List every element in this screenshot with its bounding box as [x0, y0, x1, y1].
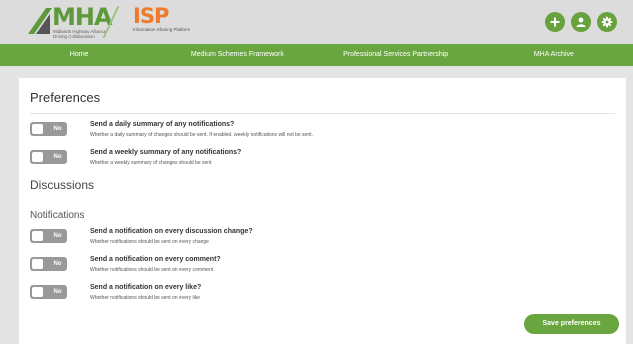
add-button[interactable] [545, 12, 565, 32]
like-toggle[interactable]: No [30, 285, 67, 299]
header-actions [545, 12, 617, 32]
settings-button[interactable] [597, 12, 617, 32]
isp-logo-subtitle: Information Sharing Platform [133, 27, 191, 32]
title-divider [30, 113, 615, 114]
option-description: Whether a weekly summary of changes shou… [90, 160, 212, 166]
nav-professional-services-partnership[interactable]: Professional Services Partnership [317, 44, 475, 66]
isp-logo-text: ISP [133, 4, 169, 28]
isp-logo[interactable]: ISP Information Sharing Platform [133, 4, 203, 38]
option-description: Whether notifications should be sent on … [90, 267, 214, 273]
nav-home[interactable]: Home [0, 44, 158, 66]
toggle-state-label: No [53, 233, 62, 239]
option-title: Send a notification on every discussion … [90, 228, 253, 235]
preferences-panel: Preferences No Send a daily summary of a… [19, 78, 626, 344]
user-button[interactable] [571, 12, 591, 32]
option-description: Whether a daily summary of changes shoul… [90, 132, 313, 138]
nav-medium-schemes-framework[interactable]: Medium Schemes Framework [158, 44, 316, 66]
user-icon [576, 17, 586, 27]
gear-icon [601, 16, 613, 28]
save-preferences-button[interactable]: Save preferences [524, 314, 619, 334]
toggle-knob [32, 259, 43, 269]
mha-logo-text: MHA [52, 3, 113, 31]
nav-mha-archive[interactable]: MHA Archive [475, 44, 633, 66]
page-title: Preferences [30, 90, 101, 105]
plus-icon [550, 17, 560, 27]
option-description: Whether notifications should be sent on … [90, 239, 209, 245]
toggle-state-label: No [53, 126, 62, 132]
option-title: Send a notification on every like? [90, 284, 202, 291]
option-title: Send a notification on every comment? [90, 256, 221, 263]
option-title: Send a weekly summary of any notificatio… [90, 149, 242, 156]
toggle-state-label: No [53, 289, 62, 295]
toggle-knob [32, 287, 43, 297]
toggle-knob [32, 152, 43, 162]
toggle-state-label: No [53, 261, 62, 267]
toggle-knob [32, 124, 43, 134]
main-nav: Home Medium Schemes Framework Profession… [0, 44, 633, 66]
option-title: Send a daily summary of any notification… [90, 121, 235, 128]
option-description: Whether notifications should be sent on … [90, 295, 201, 301]
comment-toggle[interactable]: No [30, 257, 67, 271]
weekly-summary-toggle[interactable]: No [30, 150, 67, 164]
mha-logo[interactable]: MHA Midlands Highway Alliance Driving Co… [28, 4, 113, 39]
toggle-knob [32, 231, 43, 241]
discussion-change-toggle[interactable]: No [30, 229, 67, 243]
notifications-heading: Notifications [30, 210, 85, 221]
header: MHA Midlands Highway Alliance Driving Co… [0, 0, 633, 44]
discussions-heading: Discussions [30, 178, 95, 192]
daily-summary-toggle[interactable]: No [30, 122, 67, 136]
toggle-state-label: No [53, 154, 62, 160]
